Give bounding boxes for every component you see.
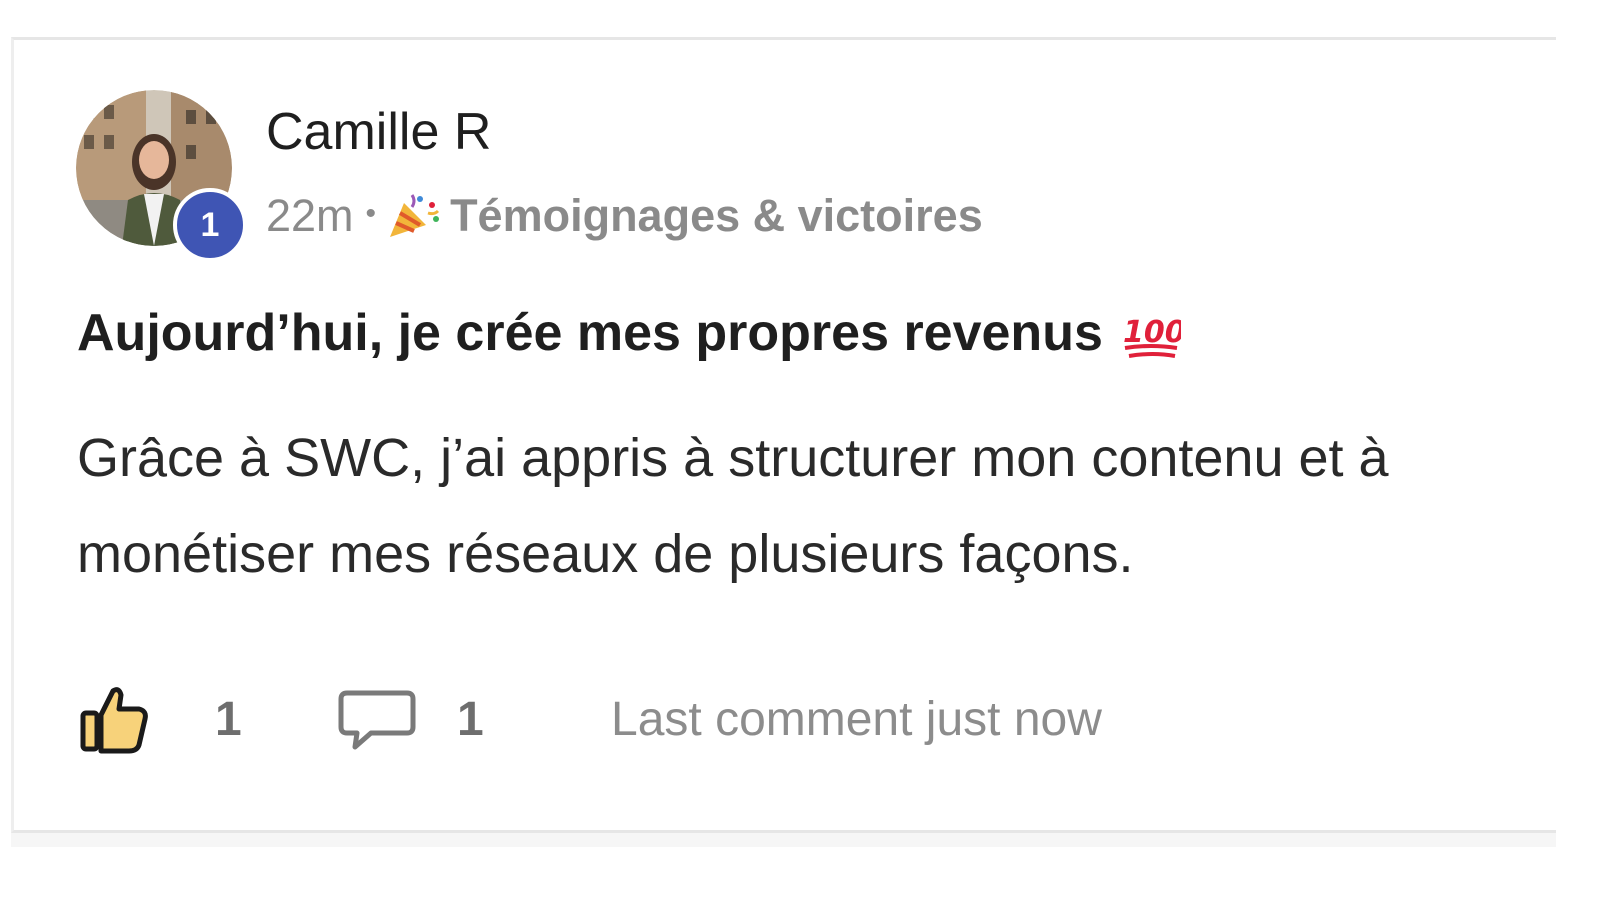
comment-button[interactable]	[337, 680, 417, 760]
like-button[interactable]	[77, 680, 151, 760]
post-title-text: Aujourd’hui, je crée mes propres revenus	[77, 304, 1103, 362]
post-meta: 22m • Témoignages & victoires	[266, 186, 983, 246]
author-name[interactable]: Camille R	[266, 100, 541, 164]
author-avatar-container[interactable]: 1	[76, 90, 247, 262]
meta-separator: •	[365, 197, 377, 230]
card-divider	[11, 833, 1556, 847]
level-badge: 1	[173, 188, 247, 262]
last-comment-status[interactable]: Last comment just now	[611, 680, 1102, 760]
post-body: Grâce à SWC, j’ai appris à structurer mo…	[77, 428, 1389, 584]
post-actions: 1 1 Last comment just now	[77, 680, 1477, 760]
post-time[interactable]: 22m	[266, 190, 354, 242]
thumbs-up-icon	[80, 687, 148, 754]
post-title[interactable]: Aujourd’hui, je crée mes propres revenus…	[77, 298, 1181, 368]
category-link[interactable]: Témoignages & victoires	[450, 190, 983, 242]
post-card[interactable]: 1 Camille R 22m • Témoignages & victoire…	[11, 37, 1556, 833]
comment-count: 1	[457, 693, 484, 746]
feed-view: 1 Camille R 22m • Témoignages & victoire…	[0, 0, 1600, 900]
like-count: 1	[215, 693, 242, 746]
hundred-points-icon: 100	[1123, 315, 1181, 358]
comment-bubble-icon	[338, 690, 416, 750]
party-popper-icon	[390, 194, 440, 237]
